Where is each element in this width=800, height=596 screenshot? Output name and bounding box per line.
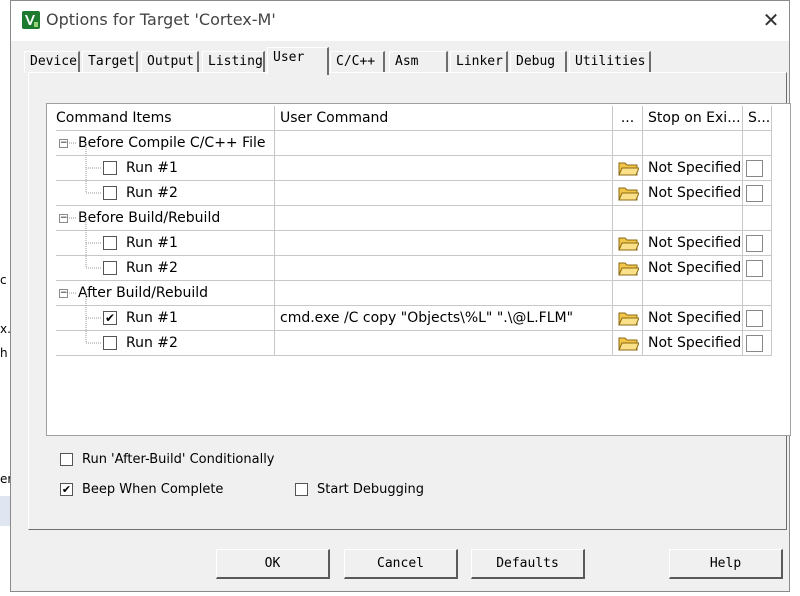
s-checkbox[interactable] [746,260,763,277]
window-title: Options for Target 'Cortex-M' [46,10,276,29]
user-command-field[interactable] [275,231,613,256]
group-browse-cell [613,206,643,231]
grid-header: Command Items User Command ... Stop on E… [56,106,772,131]
table-row: Run #2 Not Specified [56,256,772,281]
table-row: ✔ Run #1 cmd.exe /C copy "Objects\%L" ".\@… [56,306,772,331]
group-row: − After Build/Rebuild [56,281,772,306]
group-stop-cell [643,131,743,156]
cancel-button[interactable]: Cancel [344,549,458,579]
stop-on-exit-value[interactable]: Not Specified [643,156,743,181]
browse-cell [613,306,643,331]
s-checkbox[interactable] [746,235,763,252]
user-command-field[interactable] [275,181,613,206]
header-user-command: User Command [275,106,613,131]
table-row: Run #1 Not Specified [56,231,772,256]
folder-browse-icon[interactable] [618,310,640,327]
tab-user[interactable]: User [267,47,329,75]
run-label: Run #1 [126,160,178,176]
folder-browse-icon[interactable] [618,260,640,277]
table-row: Run #2 Not Specified [56,181,772,206]
run-label: Run #1 [126,235,178,251]
title-bar: Options for Target 'Cortex-M' ✕ [11,1,789,41]
group-s-cell [743,281,772,306]
group-stop-cell [643,206,743,231]
group-s-cell [743,131,772,156]
tree-lines [69,142,102,344]
folder-browse-icon[interactable] [618,235,640,252]
user-tab-panel: Command Items User Command ... Stop on E… [28,72,791,530]
s-cell [743,256,772,281]
run-after-build-label: Run 'After-Build' Conditionally [82,452,275,467]
stop-on-exit-value[interactable]: Not Specified [643,231,743,256]
s-cell [743,156,772,181]
user-commands-grid: Command Items User Command ... Stop on E… [46,103,791,436]
beep-when-complete-label: Beep When Complete [82,482,224,497]
header-s: S... [743,106,772,131]
s-checkbox[interactable] [746,335,763,352]
stop-on-exit-value[interactable]: Not Specified [643,306,743,331]
stop-on-exit-value[interactable]: Not Specified [643,181,743,206]
browse-cell [613,181,643,206]
start-debugging-label: Start Debugging [317,482,424,497]
beep-when-complete-checkbox[interactable]: ✔ [60,483,73,496]
help-button[interactable]: Help [669,549,783,579]
group-command-cell [275,206,613,231]
group-browse-cell [613,131,643,156]
ok-button[interactable]: OK [216,549,330,579]
browse-cell [613,156,643,181]
defaults-button[interactable]: Defaults [471,549,585,579]
browse-cell [613,256,643,281]
folder-browse-icon[interactable] [618,160,640,177]
group-s-cell [743,206,772,231]
s-checkbox[interactable] [746,160,763,177]
run-label: Run #2 [126,260,178,276]
group-command-cell [275,131,613,156]
stop-on-exit-value[interactable]: Not Specified [643,256,743,281]
s-checkbox[interactable] [746,185,763,202]
table-row: Run #1 Not Specified [56,156,772,181]
tab-utilities[interactable]: Utilities [569,51,651,73]
s-checkbox[interactable] [746,310,763,327]
options-dialog: Options for Target 'Cortex-M' ✕ Device T… [10,0,791,592]
run-after-build-checkbox[interactable] [60,453,73,466]
user-command-field[interactable]: cmd.exe /C copy "Objects\%L" ".\@L.FLM" [275,306,613,331]
group-stop-cell [643,281,743,306]
s-cell [743,306,772,331]
s-cell [743,181,772,206]
user-command-field[interactable] [275,256,613,281]
run-label: Run #1 [126,310,178,326]
tab-listing[interactable]: Listing [202,51,265,73]
header-stop-on-exit: Stop on Exi... [643,106,743,131]
close-icon[interactable]: ✕ [759,9,783,33]
folder-browse-icon[interactable] [618,185,640,202]
s-cell [743,231,772,256]
group-browse-cell [613,281,643,306]
browse-cell [613,331,643,356]
user-command-field[interactable] [275,331,613,356]
header-browse: ... [613,106,643,131]
group-row: − Before Compile C/C++ File [56,131,772,156]
stop-on-exit-value[interactable]: Not Specified [643,331,743,356]
group-command-cell [275,281,613,306]
run-label: Run #2 [126,335,178,351]
tab-debug[interactable]: Debug [510,51,567,73]
keil-uvision-icon [22,11,40,29]
user-command-field[interactable] [275,156,613,181]
folder-browse-icon[interactable] [618,335,640,352]
browse-cell [613,231,643,256]
table-row: Run #2 Not Specified [56,331,772,356]
tab-c-cpp[interactable]: C/C++ [330,51,385,73]
tab-output[interactable]: Output [141,51,199,73]
run-label: Run #2 [126,185,178,201]
start-debugging-checkbox[interactable] [295,483,308,496]
tab-device[interactable]: Device [24,51,80,73]
group-row: − Before Build/Rebuild [56,206,772,231]
s-cell [743,331,772,356]
tab-linker[interactable]: Linker [450,51,508,73]
tab-target[interactable]: Target [82,51,138,73]
tab-asm[interactable]: Asm [389,51,448,73]
